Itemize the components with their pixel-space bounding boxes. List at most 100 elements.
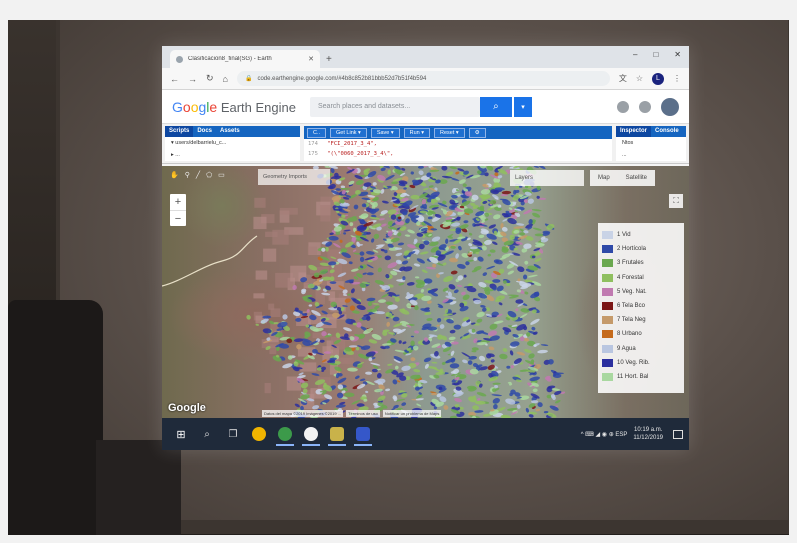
menu-icon[interactable]: ⋮ bbox=[673, 74, 681, 83]
photo-border bbox=[0, 0, 797, 20]
geometry-imports-button[interactable]: Geometry Imports bbox=[258, 169, 330, 185]
classified-pixel bbox=[366, 264, 374, 269]
image-viewer-icon[interactable] bbox=[324, 422, 350, 446]
classified-pixel bbox=[328, 235, 339, 241]
star-icon[interactable]: ☆ bbox=[636, 74, 643, 83]
help-icon[interactable] bbox=[617, 100, 629, 113]
run-button[interactable]: Run ▾ bbox=[403, 127, 431, 138]
line-tool-icon[interactable]: ╱ bbox=[196, 171, 200, 179]
zoom-control: + − bbox=[170, 194, 186, 226]
zoom-out-button[interactable]: − bbox=[170, 210, 186, 226]
minimize-button[interactable]: – bbox=[633, 50, 637, 59]
attribution-text[interactable]: Datos del mapa ©2019 Imágenes ©2019 ... bbox=[262, 410, 344, 417]
classified-pixel bbox=[492, 398, 500, 404]
code-line[interactable]: 174 "FCI_2017_3_4", bbox=[304, 139, 612, 149]
legend-swatch bbox=[602, 245, 613, 254]
forward-icon[interactable]: → bbox=[188, 74, 197, 84]
map-type-map[interactable]: Map bbox=[590, 170, 618, 186]
legend-label: 9 Agua bbox=[617, 345, 636, 352]
reset-button[interactable]: Reset ▾ bbox=[434, 127, 465, 138]
search-button[interactable]: ⌕ bbox=[479, 96, 512, 117]
script-name-tab[interactable]: C.. bbox=[307, 127, 327, 138]
classified-pixel bbox=[471, 347, 479, 351]
avatar[interactable] bbox=[661, 97, 679, 116]
classified-pixel bbox=[476, 311, 485, 318]
task-view-icon[interactable]: ❐ bbox=[220, 422, 246, 446]
earth-engine-logo[interactable]: Google Earth Engine bbox=[172, 99, 296, 115]
pan-hand-icon[interactable]: ✋ bbox=[170, 171, 179, 179]
tab-console[interactable]: Console bbox=[651, 126, 683, 137]
classified-pixel bbox=[501, 190, 512, 195]
legend-swatch bbox=[602, 344, 613, 353]
classified-pixel bbox=[505, 283, 511, 287]
legend-swatch bbox=[602, 330, 613, 339]
search-icon[interactable]: ⌕ bbox=[194, 422, 220, 446]
terms-link[interactable]: Términos de uso bbox=[346, 410, 380, 417]
console-line: Ntos bbox=[622, 140, 634, 146]
search-input[interactable]: Search places and datasets... bbox=[309, 96, 480, 117]
photo-border bbox=[0, 535, 797, 543]
script-tree-item[interactable]: ▾ users/delbarrielu_c... bbox=[165, 137, 300, 149]
tab-inspector[interactable]: Inspector bbox=[616, 126, 652, 137]
zoom-in-button[interactable]: + bbox=[170, 194, 186, 210]
profile-icon[interactable]: L bbox=[652, 72, 664, 85]
classified-pixel bbox=[531, 209, 542, 212]
map-view[interactable]: ✋ ⚲ ╱ ⬠ ▭ Geometry Imports Layers Map Sa… bbox=[162, 166, 689, 418]
start-button[interactable]: ⊞ bbox=[168, 428, 194, 441]
translate-icon[interactable]: 文 bbox=[619, 73, 627, 84]
close-window-button[interactable]: ✕ bbox=[674, 50, 681, 59]
app-g-icon[interactable] bbox=[350, 422, 376, 446]
classified-pixel bbox=[449, 329, 456, 334]
save-button[interactable]: Save ▾ bbox=[370, 127, 400, 138]
feedback-icon[interactable] bbox=[639, 100, 651, 113]
classified-pixel bbox=[436, 324, 440, 327]
layers-button[interactable]: Layers bbox=[510, 170, 584, 186]
classified-pixel bbox=[489, 249, 496, 253]
clock-date: 11/12/2019 bbox=[633, 435, 663, 441]
tab-docs[interactable]: Docs bbox=[193, 126, 216, 137]
report-problem-link[interactable]: Notificar un problema de Maps bbox=[382, 410, 442, 417]
legend-item: 9 Agua bbox=[602, 342, 680, 356]
classified-pixel bbox=[502, 348, 508, 352]
clock[interactable]: 10:19 a.m. 11/12/2019 bbox=[633, 426, 663, 442]
classified-pixel bbox=[381, 293, 389, 298]
classified-pixel bbox=[355, 375, 360, 380]
settings-app-icon[interactable] bbox=[298, 422, 324, 446]
fullscreen-icon[interactable]: ⛶ bbox=[669, 194, 683, 208]
browser-tab[interactable]: Clasificacion8_final(SG) - Earth ✕ bbox=[170, 50, 320, 68]
classified-pixel bbox=[499, 353, 508, 360]
script-tree-item[interactable]: ▸ ... bbox=[165, 149, 300, 161]
classified-pixel bbox=[500, 194, 508, 196]
point-marker-icon[interactable]: ⚲ bbox=[185, 171, 190, 179]
search-dropdown-icon[interactable]: ▾ bbox=[513, 96, 532, 117]
classified-pixel bbox=[445, 238, 449, 244]
chrome-active-icon[interactable] bbox=[272, 422, 298, 446]
code-line[interactable]: 175 "(\"0060_2017_3_4\", bbox=[304, 149, 612, 159]
back-icon[interactable]: ← bbox=[170, 74, 179, 84]
classified-pixel bbox=[387, 304, 398, 310]
classified-pixel bbox=[462, 359, 468, 364]
classified-pixel bbox=[418, 170, 424, 176]
tray-icons[interactable]: ^ ⌨ ◢ ◉ ⊕ ESP bbox=[581, 431, 628, 438]
get-link-button[interactable]: Get Link ▾ bbox=[330, 127, 367, 138]
home-icon[interactable]: ⌂ bbox=[223, 74, 228, 84]
close-tab-icon[interactable]: ✕ bbox=[308, 55, 314, 63]
url-input[interactable]: 🔒 code.earthengine.google.com/#4b8c852b8… bbox=[236, 71, 610, 86]
notification-icon[interactable] bbox=[673, 429, 683, 439]
settings-icon[interactable]: ⚙ bbox=[468, 127, 486, 138]
new-tab-icon[interactable]: + bbox=[326, 54, 332, 65]
classified-pixel bbox=[463, 274, 467, 278]
maximize-button[interactable]: □ bbox=[653, 50, 658, 59]
classified-pixel bbox=[476, 330, 485, 335]
chrome-icon[interactable] bbox=[246, 422, 272, 446]
classified-pixel bbox=[416, 403, 422, 407]
classified-pixel bbox=[350, 288, 355, 294]
classified-pixel bbox=[540, 344, 549, 346]
classified-pixel bbox=[376, 372, 382, 379]
tab-scripts[interactable]: Scripts bbox=[165, 126, 194, 137]
reload-icon[interactable]: ↻ bbox=[206, 73, 214, 84]
map-type-satellite[interactable]: Satellite bbox=[618, 170, 655, 186]
polygon-tool-icon[interactable]: ⬠ bbox=[206, 171, 212, 179]
rectangle-tool-icon[interactable]: ▭ bbox=[218, 171, 225, 179]
tab-assets[interactable]: Assets bbox=[216, 126, 244, 137]
